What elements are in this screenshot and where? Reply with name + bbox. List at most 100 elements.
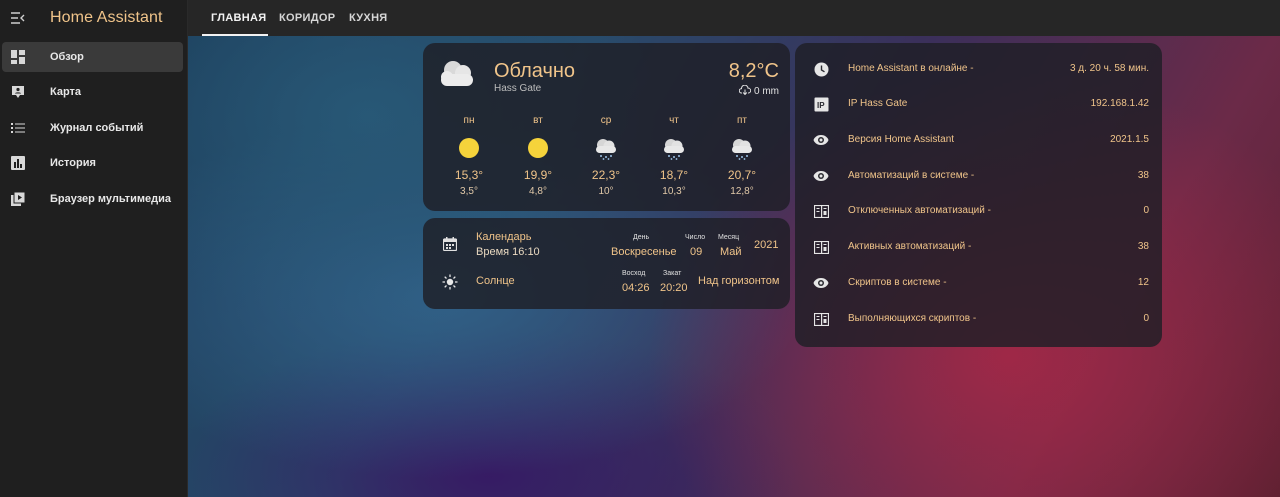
ip-icon: IP [813, 96, 829, 112]
sunny-icon [449, 132, 489, 164]
forecast-day-name: пн [463, 115, 475, 126]
info-label: Автоматизаций в системе - [848, 170, 975, 181]
info-label: Выполняющихся скриптов - [848, 313, 977, 324]
sun-state: Над горизонтом [698, 275, 780, 287]
sidebar-item-logbook[interactable]: Журнал событий [2, 113, 183, 143]
eye-icon [813, 168, 829, 184]
day-value: Воскресенье [611, 246, 677, 258]
app-title: Home Assistant [50, 9, 163, 26]
forecast-day: пт 20,7° 12,8° [722, 115, 762, 197]
info-label: Активных автоматизаций - [848, 241, 972, 252]
sidebar-item-label: Журнал событий [50, 122, 144, 134]
forecast-low: 3,5° [460, 186, 478, 197]
info-row[interactable]: IP IP Hass Gate 192.168.1.42 [795, 94, 1161, 114]
svg-text:IP: IP [817, 101, 825, 110]
date-value: 09 [690, 246, 703, 258]
forecast-day-name: вт [533, 115, 543, 126]
eye-icon [813, 275, 829, 291]
forecast-high: 18,7° [659, 168, 689, 182]
calendar-icon [442, 237, 458, 256]
snowy-cloud-icon [722, 132, 762, 164]
weather-location: Hass Gate [494, 83, 542, 94]
forecast-day: пн 15,3° 3,5° [449, 115, 489, 197]
forecast-high: 20,7° [727, 168, 757, 182]
file-document-icon [813, 203, 829, 219]
weather-temperature: 8,2°C [728, 60, 779, 82]
info-label: IP Hass Gate [848, 98, 908, 109]
forecast-high: 19,9° [523, 168, 553, 182]
file-document-icon [813, 311, 829, 327]
file-document-icon [813, 239, 829, 255]
weather-condition: Облачно [494, 60, 576, 82]
sidebar-header: Home Assistant [0, 0, 187, 36]
info-row[interactable]: Выполняющихся скриптов - 0 [795, 309, 1161, 329]
menu-collapse-icon[interactable] [10, 11, 26, 25]
info-label: Отключенных автоматизаций - [848, 205, 991, 216]
history-chart-icon [10, 155, 26, 171]
weather-card[interactable]: Облачно Hass Gate 8,2°C 0 mm пн 15,3° 3,… [423, 43, 790, 211]
precipitation-value: 0 mm [754, 86, 779, 97]
sidebar-item-label: История [50, 157, 96, 169]
info-value: 12 [1137, 277, 1149, 288]
forecast-low: 12,8° [730, 186, 754, 197]
sidebar: Home Assistant Обзор Карта Журнал событи… [0, 0, 188, 497]
tab-main[interactable]: ГЛАВНАЯ [211, 0, 266, 36]
sidebar-item-history[interactable]: История [2, 148, 183, 178]
forecast-day: ср 22,3° 10° [586, 115, 626, 197]
sunny-icon [518, 132, 558, 164]
forecast-day: чт 18,7° 10,3° [654, 115, 694, 197]
forecast-low: 4,8° [529, 186, 547, 197]
sunrise-value: 04:26 [622, 282, 650, 294]
date-label: Число [685, 234, 706, 241]
sun-title: Солнце [476, 275, 515, 287]
month-value: Май [720, 246, 742, 258]
info-value: 38 [1137, 241, 1149, 252]
info-value: 38 [1137, 170, 1149, 181]
sidebar-item-map[interactable]: Карта [2, 77, 183, 107]
info-value: 3 д. 20 ч. 58 мин. [1069, 63, 1149, 74]
sidebar-item-label: Обзор [50, 51, 84, 63]
sunset-label: Закат [663, 270, 682, 277]
cloudy-icon [437, 57, 477, 94]
info-label: Версия Home Assistant [848, 134, 955, 145]
info-label: Скриптов в системе - [848, 277, 947, 288]
sidebar-item-overview[interactable]: Обзор [2, 42, 183, 72]
system-info-card[interactable]: Home Assistant в онлайне - 3 д. 20 ч. 58… [795, 43, 1162, 347]
cloud-download-icon [738, 84, 752, 98]
info-row[interactable]: Автоматизаций в системе - 38 [795, 166, 1161, 186]
info-row[interactable]: Скриптов в системе - 12 [795, 273, 1161, 293]
snowy-cloud-icon [654, 132, 694, 164]
media-player-icon [10, 191, 26, 207]
info-value: 192.168.1.42 [1090, 98, 1149, 109]
day-label: День [633, 234, 650, 241]
info-value: 0 [1143, 313, 1149, 324]
tab-kitchen[interactable]: КУХНЯ [349, 0, 388, 36]
info-row[interactable]: Отключенных автоматизаций - 0 [795, 201, 1161, 221]
forecast-high: 22,3° [591, 168, 621, 182]
info-label: Home Assistant в онлайне - [848, 63, 974, 74]
calendar-time: Время 16:10 [476, 246, 540, 258]
calendar-card[interactable]: Календарь Время 16:10 День Воскресенье Ч… [423, 218, 790, 309]
month-label: Месяц [718, 234, 740, 241]
forecast-day-name: чт [669, 115, 679, 126]
forecast-day-name: ср [600, 115, 612, 126]
logbook-icon [10, 120, 26, 136]
info-row[interactable]: Home Assistant в онлайне - 3 д. 20 ч. 58… [795, 59, 1161, 79]
sidebar-item-label: Браузер мультимедиа [50, 193, 171, 205]
sunset-value: 20:20 [660, 282, 688, 294]
sun-icon [442, 274, 458, 295]
forecast-high: 15,3° [454, 168, 484, 182]
sidebar-item-media-browser[interactable]: Браузер мультимедиа [2, 184, 183, 214]
info-value: 2021.1.5 [1110, 134, 1149, 145]
eye-icon [813, 132, 829, 148]
info-value: 0 [1143, 205, 1149, 216]
info-row[interactable]: Версия Home Assistant 2021.1.5 [795, 130, 1161, 150]
forecast-day: вт 19,9° 4,8° [518, 115, 558, 197]
info-row[interactable]: Активных автоматизаций - 38 [795, 237, 1161, 257]
snowy-cloud-icon [586, 132, 626, 164]
sunrise-label: Восход [622, 270, 646, 277]
tab-corridor[interactable]: КОРИДОР [279, 0, 335, 36]
year-value: 2021 [754, 239, 779, 251]
forecast-low: 10° [598, 186, 614, 197]
weather-precipitation: 0 mm [738, 84, 779, 98]
